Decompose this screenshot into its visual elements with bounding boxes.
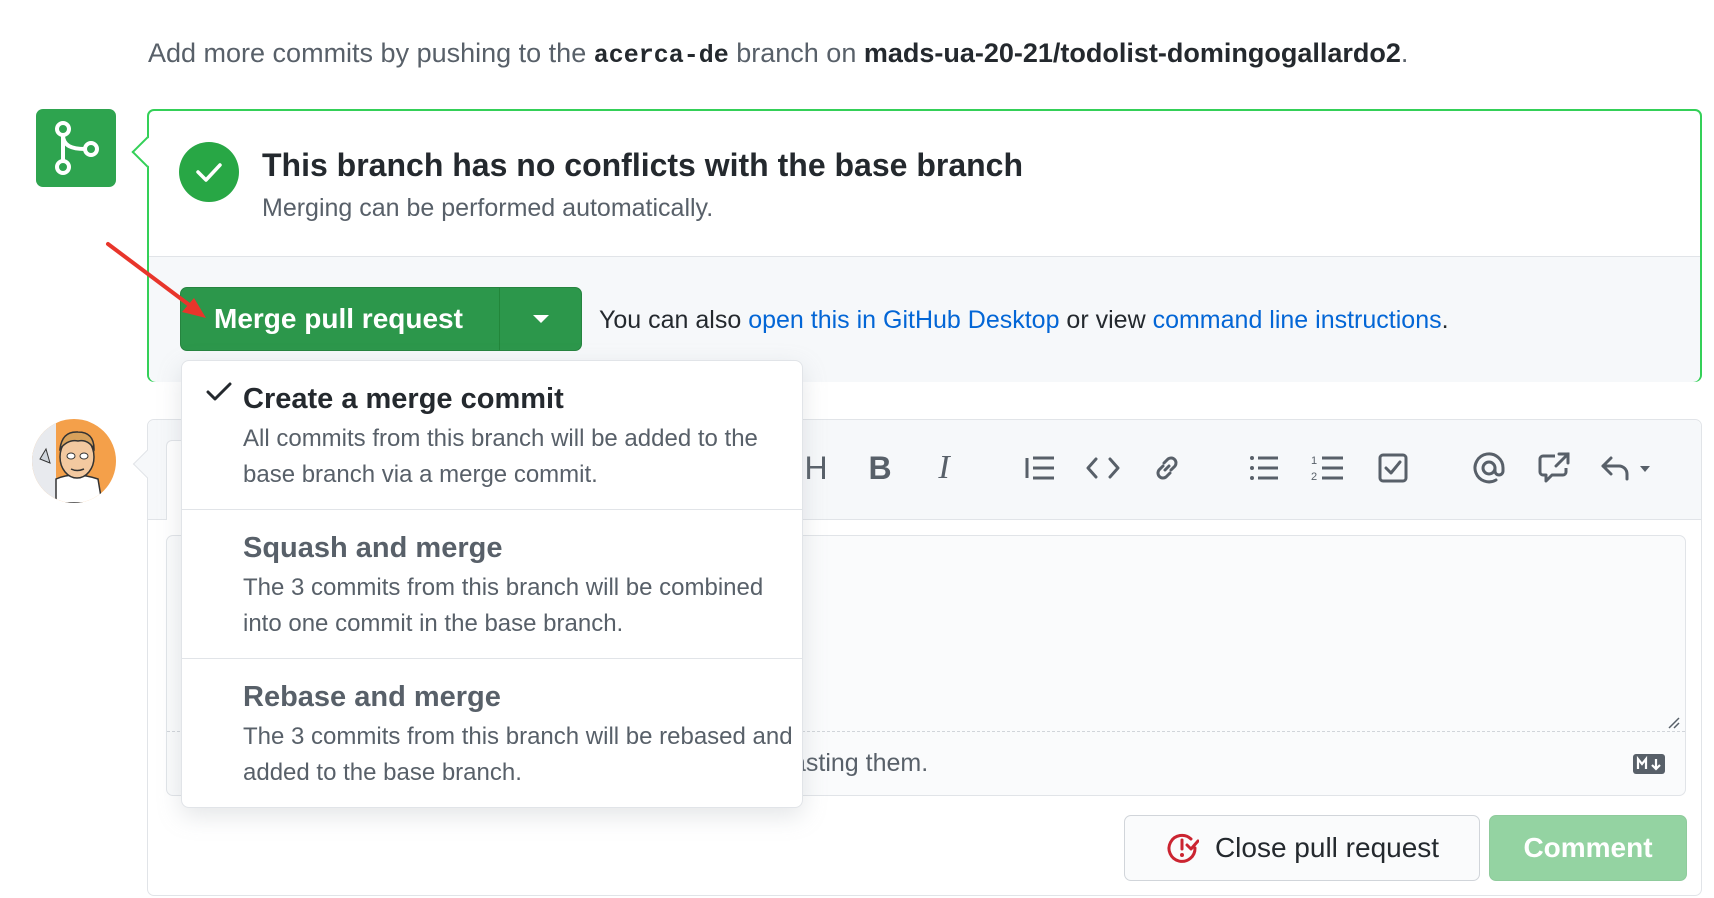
merge-status-box: This branch has no conflicts with the ba… [131,109,1702,382]
git-branch-icon [55,121,99,175]
italic-tool[interactable]: I [924,448,964,488]
close-pull-request-button[interactable]: Close pull request [1124,815,1480,881]
github-desktop-link[interactable]: open this in GitHub Desktop [748,306,1059,334]
attach-files-hint: asting them. [792,749,929,777]
avatar [32,419,116,503]
repo-name: mads-ua-20-21/todolist-domingogallardo2 [863,38,1401,68]
resize-handle-icon[interactable] [1665,714,1681,730]
menu-item-create-merge-commit[interactable]: Create a merge commit All commits from t… [182,361,802,510]
quote-icon[interactable] [1020,448,1060,488]
menu-item-description: The 3 commits from this branch will be r… [243,723,793,786]
link-icon[interactable] [1147,448,1187,488]
check-circle-icon [179,142,239,202]
svg-text:1: 1 [1311,455,1317,467]
reply-dropdown-icon[interactable] [1598,448,1662,488]
merge-status-header: This branch has no conflicts with the ba… [149,111,1700,257]
mention-icon[interactable] [1469,448,1509,488]
menu-item-title: Rebase and merge [243,681,501,713]
markdown-icon[interactable] [1632,753,1683,780]
merge-button-group: Merge pull request [180,287,582,351]
check-icon [206,382,232,401]
menu-item-title: Squash and merge [243,532,503,564]
menu-item-description: The 3 commits from this branch will be c… [243,574,764,637]
merge-method-menu: Create a merge commit All commits from t… [181,360,803,808]
comment-button[interactable]: Comment [1489,815,1687,881]
branch-name: acerca-de [593,41,729,70]
triangle-down-icon [532,315,549,323]
git-merge-icon [36,109,116,187]
merge-method-dropdown-button[interactable] [499,288,581,350]
menu-item-squash-and-merge[interactable]: Squash and merge The 3 commits from this… [182,510,802,659]
alternative-merge-text: You can also open this in GitHub Desktop… [599,306,1449,334]
menu-item-title: Create a merge commit [243,383,564,415]
svg-text:2: 2 [1311,471,1317,483]
menu-item-description: All commits from this branch will be add… [243,425,758,488]
merge-pull-request-button[interactable]: Merge pull request [181,288,499,350]
issue-closed-icon [1167,833,1199,863]
command-line-instructions-link[interactable]: command line instructions [1153,306,1442,334]
unordered-list-icon[interactable] [1244,448,1284,488]
merge-status-title: This branch has no conflicts with the ba… [262,147,1024,183]
ordered-list-icon[interactable]: 12 [1308,448,1348,488]
bold-tool[interactable]: B [860,448,900,488]
push-instructions: Add more commits by pushing to the acerc… [148,38,1409,70]
merge-status-subtitle: Merging can be performed automatically. [262,194,714,222]
code-icon[interactable] [1083,448,1123,488]
menu-item-rebase-and-merge[interactable]: Rebase and merge The 3 commits from this… [182,659,802,807]
task-list-icon[interactable] [1373,448,1413,488]
reference-icon[interactable] [1534,448,1574,488]
annotation-arrow-icon [106,242,206,318]
